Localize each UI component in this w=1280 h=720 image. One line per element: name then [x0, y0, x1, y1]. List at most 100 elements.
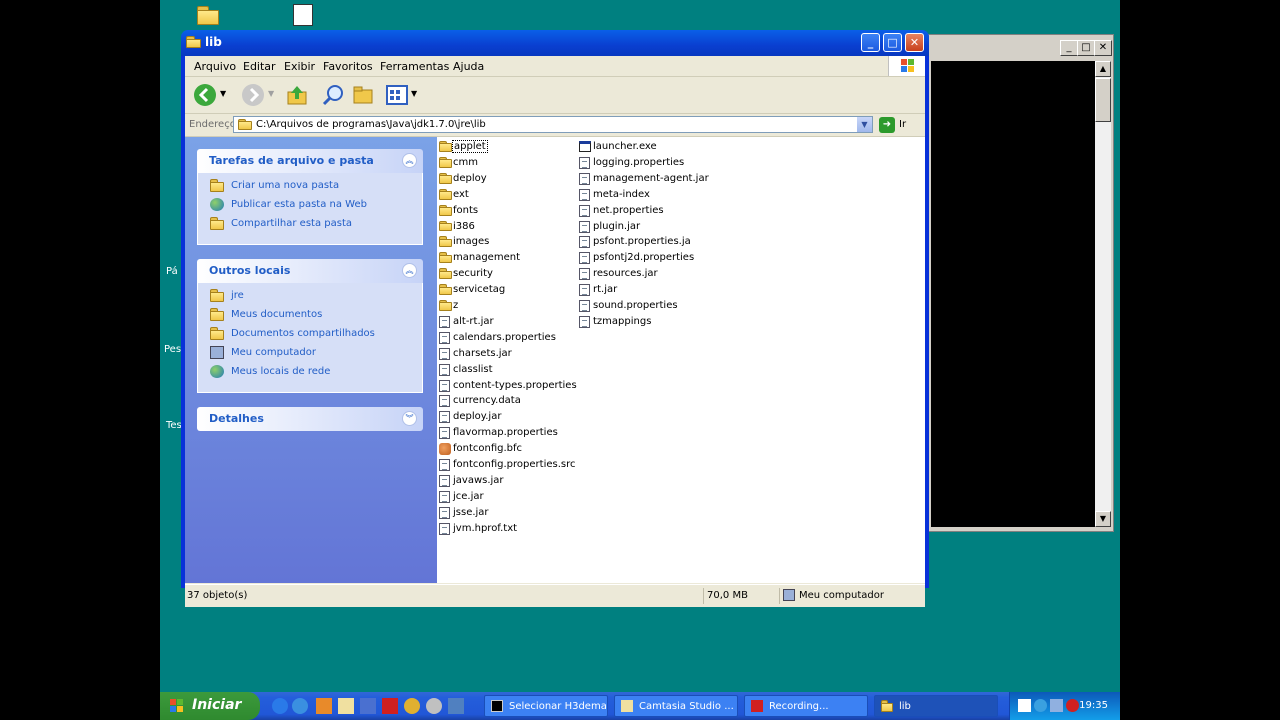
quicklaunch-ie-icon[interactable] [292, 698, 308, 714]
minimize-button[interactable]: _ [1060, 40, 1078, 56]
file-item[interactable]: fonts [437, 203, 575, 219]
network-tray-icon[interactable] [1050, 699, 1063, 712]
desktop-label[interactable]: Tes [166, 420, 182, 431]
file-item[interactable]: plugin.jar [577, 219, 715, 235]
desktop-document-icon[interactable] [293, 4, 313, 26]
taskbar-item-recording[interactable]: Recording... [744, 695, 868, 717]
panel-header[interactable]: Tarefas de arquivo e pasta ︽ [197, 149, 423, 173]
expand-icon[interactable]: ︾ [402, 411, 417, 426]
file-item[interactable]: fontconfig.bfc [437, 441, 575, 457]
file-item[interactable]: images [437, 234, 575, 250]
forward-dropdown-icon[interactable]: ▼ [268, 89, 274, 98]
search-icon[interactable] [321, 83, 345, 107]
file-item[interactable]: deploy [437, 171, 575, 187]
file-item[interactable]: psfont.properties.ja [577, 234, 715, 250]
quicklaunch-app-icon[interactable] [382, 698, 398, 714]
task-label[interactable]: Publicar esta pasta na Web [231, 199, 367, 210]
menu-ferramentas[interactable]: Ferramentas [380, 60, 449, 73]
collapse-icon[interactable]: ︽ [402, 263, 417, 278]
file-item[interactable]: sound.properties [577, 298, 715, 314]
task-label[interactable]: Criar uma nova pasta [231, 180, 339, 191]
views-icon[interactable] [385, 83, 409, 107]
file-item[interactable]: deploy.jar [437, 409, 575, 425]
file-item[interactable]: javaws.jar [437, 473, 575, 489]
go-arrow-icon[interactable]: ➜ [879, 117, 895, 133]
menu-editar[interactable]: Editar [243, 60, 276, 73]
minimize-button[interactable]: _ [861, 33, 880, 52]
taskbar-item-lib[interactable]: lib [874, 695, 998, 717]
file-item[interactable]: resources.jar [577, 266, 715, 282]
file-item[interactable]: calendars.properties [437, 330, 575, 346]
menu-exibir[interactable]: Exibir [284, 60, 315, 73]
scroll-thumb[interactable] [1095, 78, 1111, 122]
menu-arquivo[interactable]: Arquivo [194, 60, 236, 73]
quicklaunch-desktop-icon[interactable] [272, 698, 288, 714]
titlebar[interactable]: lib _ □ ✕ [181, 30, 929, 56]
collapse-icon[interactable]: ︽ [402, 153, 417, 168]
task-publish-web[interactable]: Publicar esta pasta na Web [198, 196, 422, 215]
menu-ajuda[interactable]: Ajuda [453, 60, 484, 73]
place-jre[interactable]: jre [198, 287, 422, 306]
place-label[interactable]: Meu computador [231, 347, 316, 358]
file-item[interactable]: jvm.hprof.txt [437, 521, 575, 537]
file-item[interactable]: net.properties [577, 203, 715, 219]
file-item[interactable]: jsse.jar [437, 505, 575, 521]
file-item[interactable]: security [437, 266, 575, 282]
place-label[interactable]: Documentos compartilhados [231, 328, 375, 339]
quicklaunch-app-icon[interactable] [426, 698, 442, 714]
file-item[interactable]: servicetag [437, 282, 575, 298]
folders-icon[interactable] [351, 83, 375, 107]
file-item[interactable]: alt-rt.jar [437, 314, 575, 330]
file-item[interactable]: fontconfig.properties.src [437, 457, 576, 473]
file-item[interactable]: logging.properties [577, 155, 715, 171]
panel-header[interactable]: Detalhes ︾ [197, 407, 423, 431]
quicklaunch-app-icon[interactable] [338, 698, 354, 714]
scrollbar[interactable]: ▲ ▼ [1095, 61, 1111, 527]
quicklaunch-app-icon[interactable] [316, 698, 332, 714]
file-item[interactable]: currency.data [437, 393, 575, 409]
quicklaunch-app-icon[interactable] [448, 698, 464, 714]
file-item[interactable]: launcher.exe [577, 139, 715, 155]
go-button[interactable]: Ir [899, 119, 906, 130]
file-item[interactable]: psfontj2d.properties [577, 250, 715, 266]
scroll-up-icon[interactable]: ▲ [1095, 61, 1111, 77]
file-item[interactable]: ext [437, 187, 575, 203]
antivirus-icon[interactable] [1066, 699, 1079, 712]
desktop-folder-icon[interactable] [197, 6, 219, 25]
background-window-titlebar[interactable]: _ □ ✕ [929, 35, 1113, 59]
back-dropdown-icon[interactable]: ▼ [220, 89, 226, 98]
place-network[interactable]: Meus locais de rede [198, 363, 422, 382]
file-item[interactable]: flavormap.properties [437, 425, 575, 441]
address-input[interactable]: C:\Arquivos de programas\Java\jdk1.7.0\j… [233, 116, 873, 133]
place-label[interactable]: Meus locais de rede [231, 366, 330, 377]
file-item[interactable]: classlist [437, 362, 575, 378]
place-label[interactable]: jre [231, 290, 244, 301]
place-my-computer[interactable]: Meu computador [198, 344, 422, 363]
chevron-down-icon[interactable]: ▼ [857, 117, 872, 132]
file-item[interactable]: applet [437, 139, 575, 155]
quicklaunch-app-icon[interactable] [404, 698, 420, 714]
file-item[interactable]: tzmappings [577, 314, 715, 330]
start-button[interactable]: Iniciar [160, 692, 260, 720]
up-folder-icon[interactable] [285, 83, 309, 107]
file-item[interactable]: rt.jar [577, 282, 715, 298]
taskbar-item-camtasia[interactable]: Camtasia Studio ... [614, 695, 738, 717]
scroll-down-icon[interactable]: ▼ [1095, 511, 1111, 527]
menu-favoritos[interactable]: Favoritos [323, 60, 373, 73]
views-dropdown-icon[interactable]: ▼ [411, 89, 417, 98]
console-area[interactable] [931, 61, 1095, 527]
place-shared-documents[interactable]: Documentos compartilhados [198, 325, 422, 344]
file-item[interactable]: cmm [437, 155, 575, 171]
help-icon[interactable] [1018, 699, 1031, 712]
task-label[interactable]: Compartilhar esta pasta [231, 218, 352, 229]
desktop-label[interactable]: Pes [164, 344, 181, 355]
file-item[interactable]: jce.jar [437, 489, 575, 505]
file-item[interactable]: meta-index [577, 187, 715, 203]
file-list[interactable]: applet cmm deploy ext fonts i386 images managem… [437, 137, 925, 583]
back-icon[interactable] [193, 83, 217, 107]
task-new-folder[interactable]: Criar uma nova pasta [198, 177, 422, 196]
file-item[interactable]: management [437, 250, 575, 266]
place-my-documents[interactable]: Meus documentos [198, 306, 422, 325]
file-item[interactable]: i386 [437, 219, 575, 235]
clock[interactable]: 19:35 [1079, 700, 1108, 711]
